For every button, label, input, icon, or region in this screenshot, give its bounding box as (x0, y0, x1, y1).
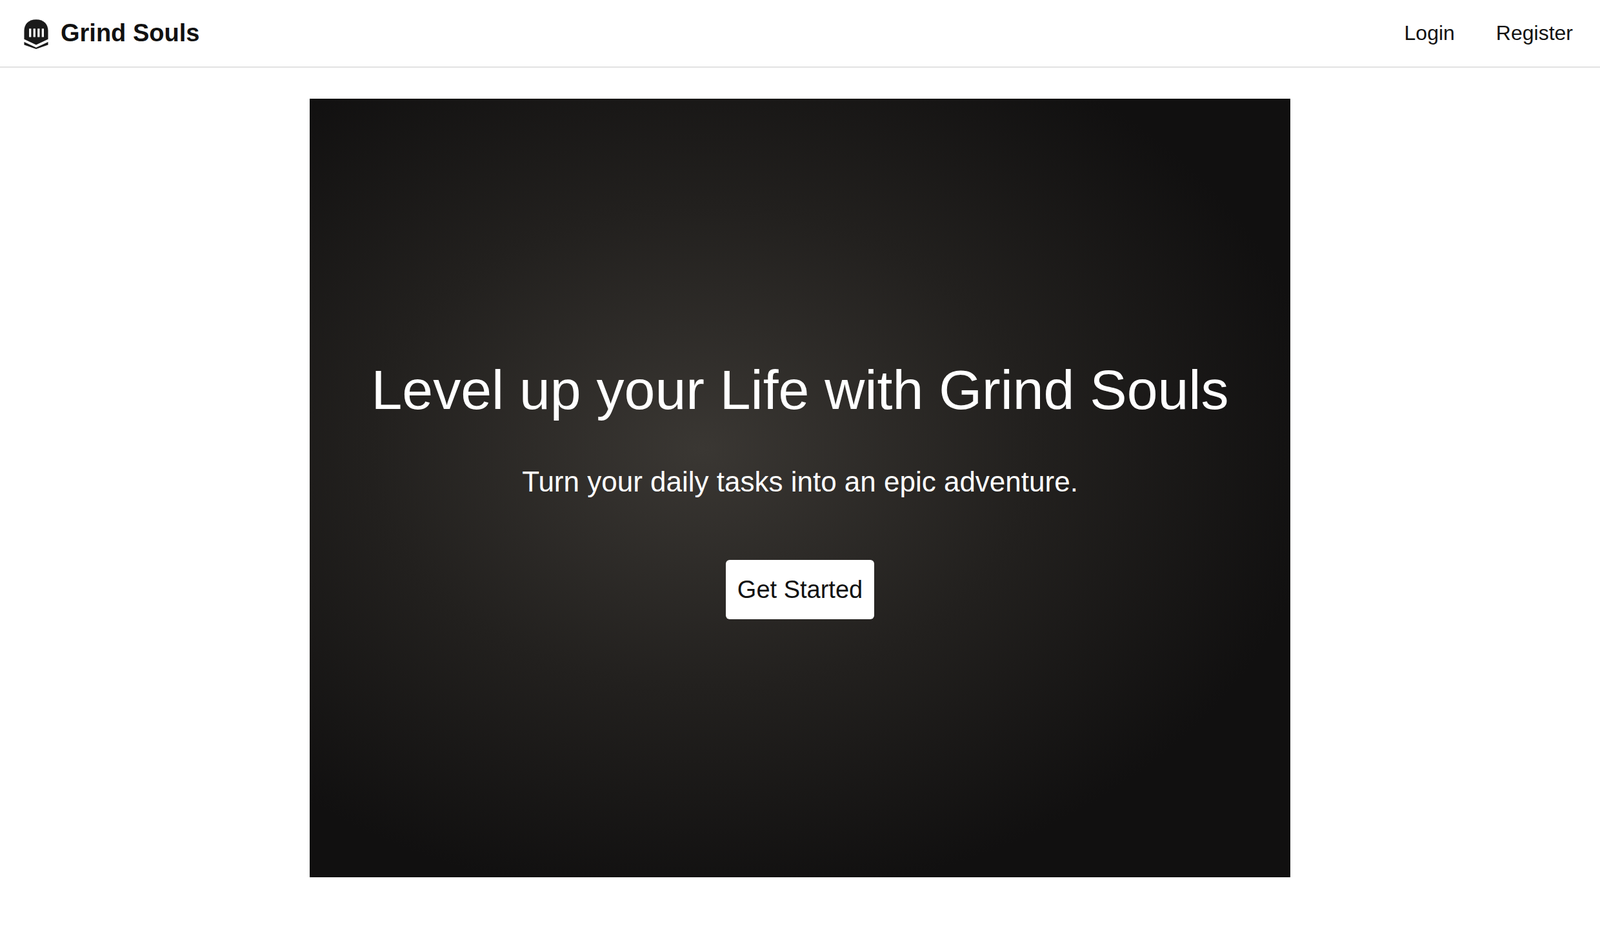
get-started-button[interactable]: Get Started (725, 560, 875, 620)
hero-banner: Level up your Life with Grind Souls Turn … (309, 98, 1291, 878)
brand-link[interactable]: Grind Souls (21, 18, 200, 50)
nav-link[interactable]: Login (1404, 21, 1455, 46)
nav-link[interactable]: Register (1496, 21, 1573, 46)
hero-subtitle: Turn your daily tasks into an epic adven… (521, 465, 1079, 499)
brand-name: Grind Souls (60, 19, 200, 48)
main-content: Level up your Life with Grind Souls Turn … (0, 67, 1600, 878)
landing-page: Grind Souls Login Register Level up your Li… (0, 0, 1600, 925)
top-bar: Grind Souls Login Register (0, 0, 1600, 68)
nav-links: Login Register (1404, 21, 1573, 46)
hero-title: Level up your Life with Grind Souls (371, 356, 1230, 424)
helmet-logo-icon (21, 18, 51, 50)
